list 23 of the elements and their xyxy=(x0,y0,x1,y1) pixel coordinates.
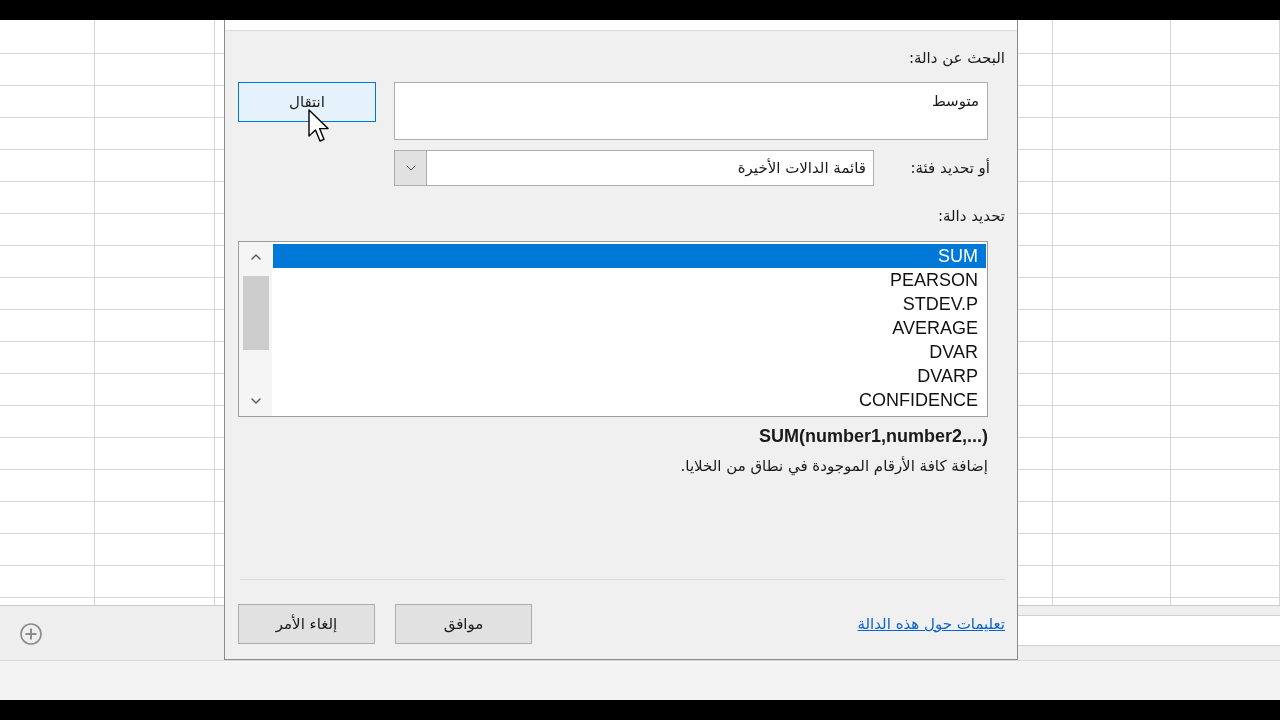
mouse-pointer-icon xyxy=(308,109,330,143)
horizontal-scrollbar[interactable] xyxy=(1018,615,1280,646)
function-list-item[interactable]: CONFIDENCE xyxy=(273,388,986,412)
function-list-item[interactable]: DVAR xyxy=(273,340,986,364)
ok-button[interactable]: موافق xyxy=(395,604,532,644)
search-field[interactable]: متوسط xyxy=(394,82,988,140)
function-list-item[interactable]: AVERAGE xyxy=(273,316,986,340)
function-signature: SUM(number1,number2,...) xyxy=(757,425,988,448)
function-label: تحديد دالة: xyxy=(937,206,1005,227)
help-link[interactable]: تعليمات حول هذه الدالة xyxy=(857,612,1005,636)
cancel-button[interactable]: إلغاء الأمر xyxy=(238,604,375,644)
scrollbar-thumb[interactable] xyxy=(242,276,269,350)
search-label: البحث عن دالة: xyxy=(908,48,1005,69)
go-button[interactable]: انتقال xyxy=(238,82,376,122)
function-list-item[interactable]: PEARSON xyxy=(273,268,986,292)
add-sheet-icon[interactable] xyxy=(20,623,42,645)
function-list-item[interactable]: SUM xyxy=(273,244,986,268)
function-list-item[interactable]: DVARP xyxy=(273,364,986,388)
list-scrollbar[interactable] xyxy=(239,242,272,416)
function-description: إضافة كافة الأرقام الموجودة في نطاق من الخلايا. xyxy=(680,455,988,478)
category-dropdown[interactable]: قائمة الدالات الأخيرة xyxy=(394,150,874,186)
function-list-item[interactable]: STDEV.P xyxy=(273,292,986,316)
category-label: أو تحديد فئة: xyxy=(909,157,990,179)
